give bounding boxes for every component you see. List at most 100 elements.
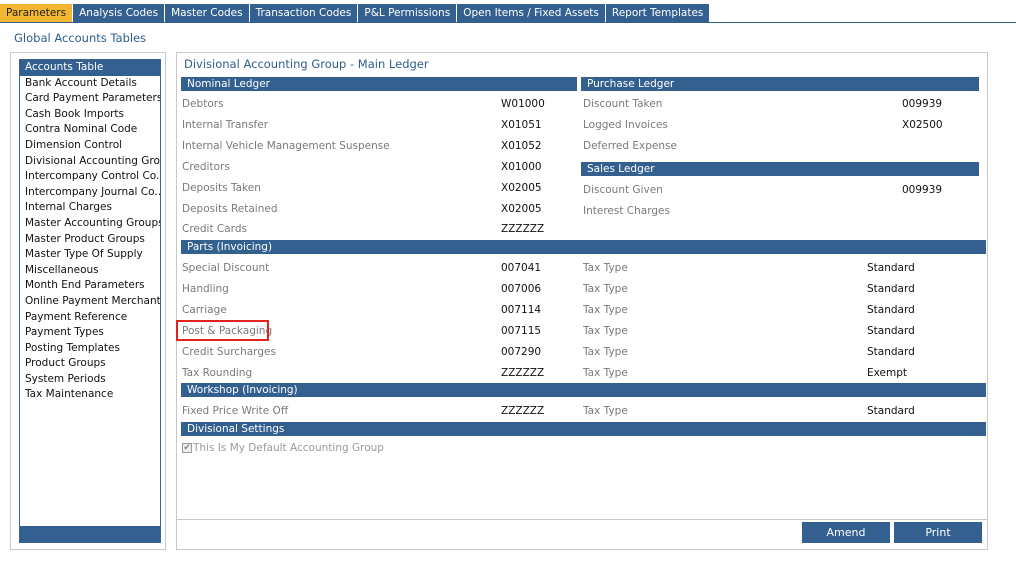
value-carriage[interactable]: 007114 [501, 303, 541, 317]
tab-report-templates[interactable]: Report Templates [605, 4, 710, 22]
annotation-highlight-box [176, 320, 269, 341]
list-item-tax-maintenance[interactable]: Tax Maintenance [20, 387, 160, 403]
label-logged-invoices: Logged Invoices [583, 119, 668, 131]
section-purchase-ledger: Purchase Ledger [581, 77, 979, 91]
label-deferred-expense: Deferred Expense [583, 140, 677, 152]
tab-pl-permissions[interactable]: P&L Permissions [358, 4, 457, 22]
tab-parameters[interactable]: Parameters [0, 4, 73, 22]
section-parts-invoicing: Parts (Invoicing) [181, 240, 986, 254]
list-item-internal-charges[interactable]: Internal Charges [20, 200, 160, 216]
label-tax-type: Tax Type [583, 325, 628, 337]
list-item-intercompany-control-codes[interactable]: Intercompany Control Co... [20, 169, 160, 185]
list-item-payment-types[interactable]: Payment Types [20, 325, 160, 341]
list-item-master-type-of-supply[interactable]: Master Type Of Supply [20, 247, 160, 263]
default-group-label: This Is My Default Accounting Group [193, 442, 384, 454]
value-post-packaging[interactable]: 007115 [501, 324, 541, 338]
list-footer-bar [20, 526, 160, 542]
amend-button[interactable]: Amend [802, 522, 890, 543]
label-tax-type: Tax Type [583, 262, 628, 274]
value-debtors[interactable]: W01000 [501, 97, 545, 111]
label-special-discount: Special Discount [182, 262, 270, 274]
label-tax-type: Tax Type [583, 304, 628, 316]
label-deposits-taken: Deposits Taken [182, 182, 261, 194]
list-item-contra-nominal-code[interactable]: Contra Nominal Code [20, 122, 160, 138]
value-tax-type[interactable]: Standard [867, 345, 915, 359]
section-sales-ledger: Sales Ledger [581, 162, 979, 176]
section-workshop-invoicing: Workshop (Invoicing) [181, 383, 986, 397]
value-fixed-price-write-off[interactable]: ZZZZZZ [501, 404, 544, 418]
value-creditors[interactable]: X01000 [501, 160, 542, 174]
list-item-divisional-accounting-groups[interactable]: Divisional Accounting Gro... [20, 154, 160, 170]
main-panel: Divisional Accounting Group - Main Ledge… [176, 52, 988, 550]
list-item-online-payment-merchants[interactable]: Online Payment Merchants [20, 294, 160, 310]
list-item-bank-account-details[interactable]: Bank Account Details [20, 76, 160, 92]
label-fixed-price-write-off: Fixed Price Write Off [182, 405, 289, 417]
label-tax-type: Tax Type [583, 346, 628, 358]
value-handling[interactable]: 007006 [501, 282, 541, 296]
section-nominal-ledger: Nominal Ledger [181, 77, 577, 91]
value-discount-given[interactable]: 009939 [902, 183, 942, 197]
value-discount-taken[interactable]: 009939 [902, 97, 942, 111]
default-group-row: ✔ This Is My Default Accounting Group [182, 442, 384, 454]
value-internal-transfer[interactable]: X01051 [501, 118, 542, 132]
label-tax-type: Tax Type [583, 283, 628, 295]
list-item-payment-reference[interactable]: Payment Reference [20, 310, 160, 326]
left-panel: Accounts Table Bank Account Details Card… [10, 52, 166, 550]
value-tax-type[interactable]: Standard [867, 303, 915, 317]
label-discount-given: Discount Given [583, 184, 663, 196]
list-item-dimension-control[interactable]: Dimension Control [20, 138, 160, 154]
list-item-month-end-parameters[interactable]: Month End Parameters [20, 278, 160, 294]
list-item-card-payment-parameters[interactable]: Card Payment Parameters [20, 91, 160, 107]
value-tax-type[interactable]: Standard [867, 261, 915, 275]
value-tax-type[interactable]: Standard [867, 282, 915, 296]
label-internal-vehicle-suspense: Internal Vehicle Management Suspense [182, 140, 390, 152]
list-item-product-groups[interactable]: Product Groups [20, 356, 160, 372]
label-tax-rounding: Tax Rounding [182, 367, 253, 379]
list-item-cash-book-imports[interactable]: Cash Book Imports [20, 107, 160, 123]
value-tax-rounding[interactable]: ZZZZZZ [501, 366, 544, 380]
value-internal-vehicle-suspense[interactable]: X01052 [501, 139, 542, 153]
label-credit-cards: Credit Cards [182, 223, 247, 235]
print-button-label: Print [925, 526, 951, 539]
tab-analysis-codes[interactable]: Analysis Codes [73, 4, 165, 22]
value-deposits-taken[interactable]: X02005 [501, 181, 542, 195]
label-credit-surcharges: Credit Surcharges [182, 346, 276, 358]
list-item-miscellaneous[interactable]: Miscellaneous [20, 263, 160, 279]
panel-divider [177, 519, 987, 520]
label-handling: Handling [182, 283, 229, 295]
value-credit-cards[interactable]: ZZZZZZ [501, 222, 544, 236]
list-item-posting-templates[interactable]: Posting Templates [20, 341, 160, 357]
label-internal-transfer: Internal Transfer [182, 119, 269, 131]
print-button[interactable]: Print [894, 522, 982, 543]
value-special-discount[interactable]: 007041 [501, 261, 541, 275]
value-tax-type[interactable]: Standard [867, 324, 915, 338]
list-item-intercompany-journal-codes[interactable]: Intercompany Journal Co... [20, 185, 160, 201]
tab-underline [0, 22, 1016, 23]
value-logged-invoices[interactable]: X02500 [902, 118, 943, 132]
value-tax-type[interactable]: Standard [867, 404, 915, 418]
tab-transaction-codes[interactable]: Transaction Codes [249, 4, 358, 22]
label-discount-taken: Discount Taken [583, 98, 663, 110]
label-debtors: Debtors [182, 98, 224, 110]
value-deposits-retained[interactable]: X02005 [501, 202, 542, 216]
panel-title: Divisional Accounting Group - Main Ledge… [184, 57, 429, 71]
label-interest-charges: Interest Charges [583, 205, 670, 217]
amend-button-label: Amend [826, 526, 866, 539]
accounts-table-list: Accounts Table Bank Account Details Card… [19, 59, 161, 543]
list-item-accounts-table[interactable]: Accounts Table [20, 60, 160, 76]
label-tax-type: Tax Type [583, 367, 628, 379]
list-item-master-accounting-groups[interactable]: Master Accounting Groups [20, 216, 160, 232]
label-carriage: Carriage [182, 304, 227, 316]
label-tax-type: Tax Type [583, 405, 628, 417]
value-credit-surcharges[interactable]: 007290 [501, 345, 541, 359]
value-tax-type[interactable]: Exempt [867, 366, 907, 380]
default-group-checkbox[interactable]: ✔ [182, 443, 192, 453]
tab-open-items-fixed-assets[interactable]: Open Items / Fixed Assets [457, 4, 605, 22]
label-deposits-retained: Deposits Retained [182, 203, 278, 215]
tab-master-codes[interactable]: Master Codes [165, 4, 249, 22]
section-divisional-settings: Divisional Settings [181, 422, 986, 436]
label-creditors: Creditors [182, 161, 230, 173]
list-item-master-product-groups[interactable]: Master Product Groups [20, 232, 160, 248]
list-item-system-periods[interactable]: System Periods [20, 372, 160, 388]
top-tab-bar: Parameters Analysis Codes Master Codes T… [0, 4, 710, 22]
